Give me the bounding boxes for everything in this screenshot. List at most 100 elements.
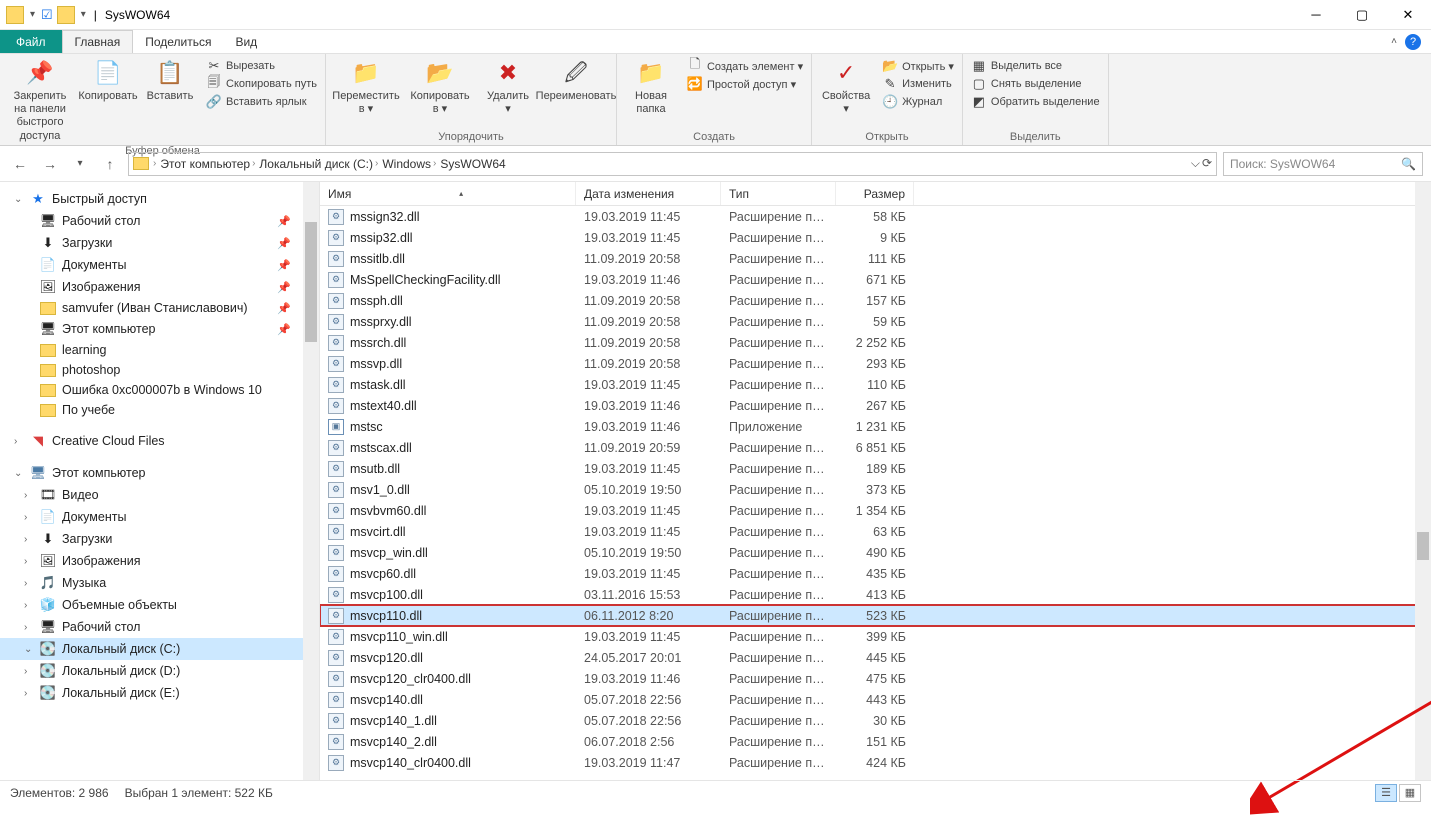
column-name[interactable]: Имя▴ <box>320 182 576 205</box>
tree-item[interactable]: ›⬇Загрузки <box>0 528 319 550</box>
tree-item[interactable]: ⬇Загрузки📌 <box>0 232 319 254</box>
tree-item[interactable]: ›💽Локальный диск (D:) <box>0 660 319 682</box>
tree-item[interactable]: ›💽Локальный диск (E:) <box>0 682 319 704</box>
file-row[interactable]: ⚙msvcp60.dll19.03.2019 11:45Расширение п… <box>320 563 1431 584</box>
tree-creative-cloud[interactable]: ›◥Creative Cloud Files <box>0 430 319 452</box>
tree-item[interactable]: ›🧊Объемные объекты <box>0 594 319 616</box>
tree-item[interactable]: ›🎞Видео <box>0 484 319 506</box>
file-row[interactable]: ⚙mssvp.dll11.09.2019 20:58Расширение при… <box>320 353 1431 374</box>
file-row[interactable]: ⚙msvcp_win.dll05.10.2019 19:50Расширение… <box>320 542 1431 563</box>
tab-home[interactable]: Главная <box>62 30 134 53</box>
address-bar[interactable]: › Этот компьютер › Локальный диск (C:) ›… <box>128 152 1217 176</box>
file-row[interactable]: ⚙msv1_0.dll05.10.2019 19:50Расширение пр… <box>320 479 1431 500</box>
file-row[interactable]: ⚙msvbvm60.dll19.03.2019 11:45Расширение … <box>320 500 1431 521</box>
chevron-down-icon[interactable]: ▾ <box>79 9 88 20</box>
file-row[interactable]: ⚙mstask.dll19.03.2019 11:45Расширение пр… <box>320 374 1431 395</box>
close-button[interactable]: ✕ <box>1385 0 1431 30</box>
tab-share[interactable]: Поделиться <box>133 30 223 53</box>
tree-item[interactable]: learning <box>0 340 319 360</box>
tree-item[interactable]: 🖥Рабочий стол📌 <box>0 210 319 232</box>
tree-this-pc[interactable]: ⌄🖥Этот компьютер <box>0 462 319 484</box>
pin-to-quick-access-button[interactable]: 📌 Закрепить на панели быстрого доступа <box>8 58 72 143</box>
tab-view[interactable]: Вид <box>223 30 269 53</box>
search-input[interactable]: Поиск: SysWOW64 🔍 <box>1223 152 1423 176</box>
tree-item[interactable]: 🖼Изображения📌 <box>0 276 319 298</box>
refresh-icon[interactable]: ⟳ <box>1202 156 1212 171</box>
tree-item[interactable]: ⌄💽Локальный диск (C:) <box>0 638 319 660</box>
collapse-ribbon-icon[interactable]: ˄ <box>1391 36 1397 47</box>
file-row[interactable]: ⚙mssip32.dll19.03.2019 11:45Расширение п… <box>320 227 1431 248</box>
tree-item[interactable]: ›📄Документы <box>0 506 319 528</box>
tree-quick-access[interactable]: ⌄★Быстрый доступ <box>0 188 319 210</box>
view-details-button[interactable]: ☰ <box>1375 784 1397 802</box>
file-row[interactable]: ⚙mssprxy.dll11.09.2019 20:58Расширение п… <box>320 311 1431 332</box>
file-row[interactable]: ⚙msvcp120.dll24.05.2017 20:01Расширение … <box>320 647 1431 668</box>
new-folder-button[interactable]: 📁Новая папка <box>625 58 677 116</box>
recent-dropdown[interactable]: ▾ <box>68 152 92 176</box>
file-row[interactable]: ⚙msvcp110_win.dll19.03.2019 11:45Расшире… <box>320 626 1431 647</box>
view-large-icons-button[interactable]: ▦ <box>1399 784 1421 802</box>
file-row[interactable]: ⚙mstscax.dll11.09.2019 20:59Расширение п… <box>320 437 1431 458</box>
easy-access-button[interactable]: 🔁Простой доступ ▾ <box>687 76 803 92</box>
move-to-button[interactable]: 📁Переместить в ▾ <box>334 58 398 116</box>
chevron-down-icon[interactable]: ▾ <box>28 9 37 20</box>
paste-button[interactable]: 📋 Вставить <box>144 58 196 103</box>
tree-item[interactable]: ›🖼Изображения <box>0 550 319 572</box>
up-button[interactable]: ↑ <box>98 152 122 176</box>
copy-to-button[interactable]: 📂Копировать в ▾ <box>408 58 472 116</box>
edit-button[interactable]: ✎Изменить <box>882 76 954 92</box>
scrollbar-thumb[interactable] <box>305 222 317 342</box>
maximize-button[interactable]: ▢ <box>1339 0 1385 30</box>
tab-file[interactable]: Файл <box>0 30 62 53</box>
rename-button[interactable]: 🖉Переименовать <box>544 58 608 103</box>
file-row[interactable]: ⚙mssrch.dll11.09.2019 20:58Расширение пр… <box>320 332 1431 353</box>
file-row[interactable]: ⚙msvcp140.dll05.07.2018 22:56Расширение … <box>320 689 1431 710</box>
tree-item[interactable]: ›🖥Рабочий стол <box>0 616 319 638</box>
file-row[interactable]: ⚙mssign32.dll19.03.2019 11:45Расширение … <box>320 206 1431 227</box>
delete-button[interactable]: ✖Удалить ▾ <box>482 58 534 116</box>
file-row[interactable]: ⚙mstext40.dll19.03.2019 11:46Расширение … <box>320 395 1431 416</box>
column-type[interactable]: Тип <box>721 182 836 205</box>
breadcrumb-segment[interactable]: SysWOW64 <box>440 157 505 171</box>
select-all-button[interactable]: ▦Выделить все <box>971 58 1100 74</box>
invert-selection-button[interactable]: ◩Обратить выделение <box>971 94 1100 110</box>
file-row[interactable]: ⚙msutb.dll19.03.2019 11:45Расширение при… <box>320 458 1431 479</box>
paste-shortcut-button[interactable]: 🔗Вставить ярлык <box>206 94 317 110</box>
file-row[interactable]: ⚙MsSpellCheckingFacility.dll19.03.2019 1… <box>320 269 1431 290</box>
scrollbar-track[interactable] <box>1415 182 1431 780</box>
copy-button[interactable]: 📄 Копировать <box>82 58 134 103</box>
tree-item[interactable]: photoshop <box>0 360 319 380</box>
scrollbar-thumb[interactable] <box>1417 532 1429 560</box>
file-row[interactable]: ⚙mssph.dll11.09.2019 20:58Расширение при… <box>320 290 1431 311</box>
select-none-button[interactable]: ▢Снять выделение <box>971 76 1100 92</box>
breadcrumb-segment[interactable]: Windows › <box>382 157 436 171</box>
breadcrumb-segment[interactable]: Локальный диск (C:) › <box>259 157 378 171</box>
help-icon[interactable]: ? <box>1405 34 1421 50</box>
breadcrumb-segment[interactable]: Этот компьютер › <box>160 157 255 171</box>
minimize-button[interactable]: ─ <box>1293 0 1339 30</box>
file-row[interactable]: ▣mstsc19.03.2019 11:46Приложение1 231 КБ <box>320 416 1431 437</box>
history-button[interactable]: 🕘Журнал <box>882 94 954 110</box>
file-row[interactable]: ⚙msvcp100.dll03.11.2016 15:53Расширение … <box>320 584 1431 605</box>
address-dropdown-icon[interactable]: ⌵ <box>1191 156 1200 171</box>
new-item-button[interactable]: 🗋Создать элемент ▾ <box>687 58 803 74</box>
open-button[interactable]: 📂Открыть ▾ <box>882 58 954 74</box>
tree-item[interactable]: 🖥Этот компьютер📌 <box>0 318 319 340</box>
tree-item[interactable]: 📄Документы📌 <box>0 254 319 276</box>
properties-qat-icon[interactable]: ☑ <box>41 7 53 23</box>
tree-item[interactable]: По учебе <box>0 400 319 420</box>
file-row[interactable]: ⚙msvcp140_2.dll06.07.2018 2:56Расширение… <box>320 731 1431 752</box>
cut-button[interactable]: ✂Вырезать <box>206 58 317 74</box>
tree-item[interactable]: samvufer (Иван Станиславович)📌 <box>0 298 319 318</box>
file-row[interactable]: ⚙msvcirt.dll19.03.2019 11:45Расширение п… <box>320 521 1431 542</box>
copy-path-button[interactable]: 🗐Скопировать путь <box>206 76 317 92</box>
tree-item[interactable]: ›🎵Музыка <box>0 572 319 594</box>
tree-item[interactable]: Ошибка 0xc000007b в Windows 10 <box>0 380 319 400</box>
file-row[interactable]: ⚙msvcp110.dll06.11.2012 8:20Расширение п… <box>320 605 1431 626</box>
back-button[interactable]: ← <box>8 152 32 176</box>
column-date[interactable]: Дата изменения <box>576 182 721 205</box>
properties-button[interactable]: ✓Свойства ▾ <box>820 58 872 116</box>
file-row[interactable]: ⚙msvcp140_1.dll05.07.2018 22:56Расширени… <box>320 710 1431 731</box>
forward-button[interactable]: → <box>38 152 62 176</box>
column-size[interactable]: Размер <box>836 182 914 205</box>
